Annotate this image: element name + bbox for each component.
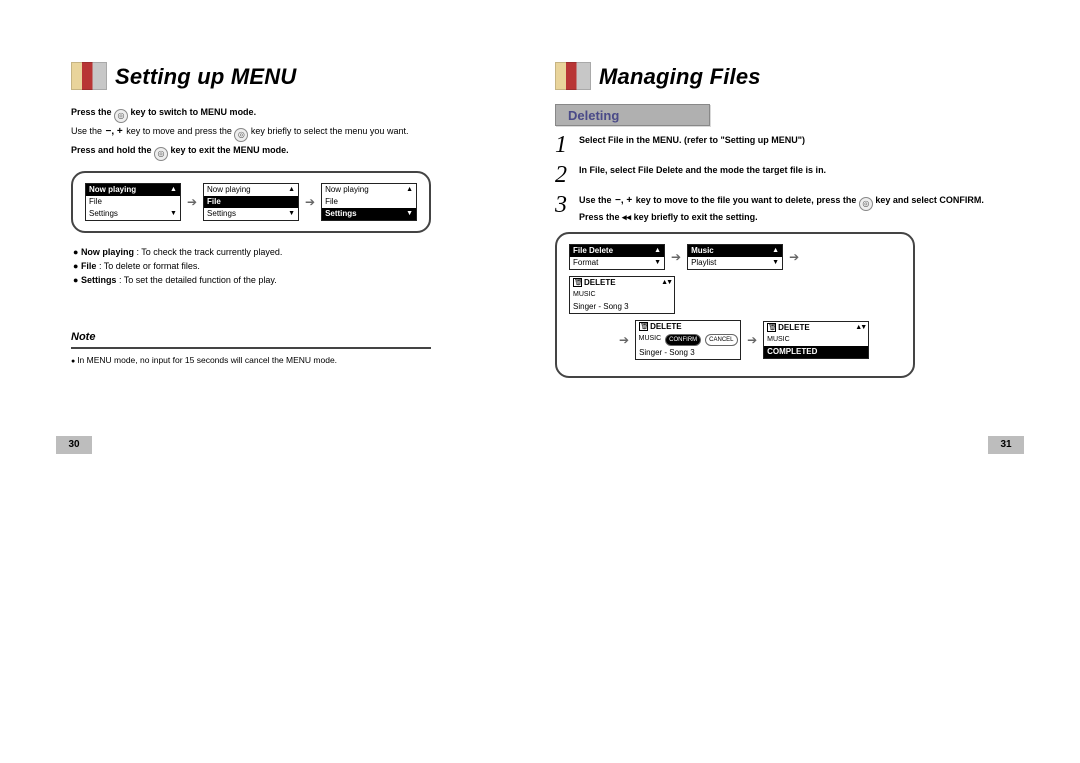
screen-file-delete: File Delete▲ Format▼ — [569, 244, 665, 270]
screen2-row2: File — [207, 197, 221, 207]
page-title: Setting up MENU — [115, 64, 296, 90]
rewind-icon: ◂◂ — [622, 212, 631, 222]
menu-screens-box: Now playing▲ File Settings▼ ➔ Now playin… — [71, 171, 431, 233]
bullet-1: ● Now playing : To check the track curre… — [73, 245, 525, 259]
intro-text: Press the ◎ key to switch to MENU mode. … — [71, 104, 525, 161]
page-number-right: 31 — [988, 436, 1024, 454]
step-num: 2 — [555, 164, 571, 186]
select-key-icon: ◎ — [234, 128, 248, 142]
screen3-row2: File — [325, 197, 338, 207]
intro2a: Use the — [71, 126, 105, 136]
trash-icon: 🗑 — [767, 323, 776, 332]
arrow-icon: ➔ — [619, 333, 629, 347]
screen2-row3: Settings — [207, 209, 236, 219]
right-page: Managing Files Deleting 1 Select File in… — [540, 62, 1024, 378]
screen-confirm: 🗑DELETE MUSIC CONFIRM CANCEL Singer - So… — [635, 320, 741, 360]
mini-screen-2: Now playing▲ File Settings▼ — [203, 183, 299, 221]
screen-delete-song: 🗑DELETE▲▼ MUSIC Singer - Song 3 — [569, 276, 675, 314]
menu-key-icon: ◎ — [114, 109, 128, 123]
title-bar-icon — [71, 62, 107, 90]
step-num: 1 — [555, 134, 571, 156]
delete-screens-box: File Delete▲ Format▼ ➔ Music▲ Playlist▼ … — [555, 232, 915, 378]
confirm-button: CONFIRM — [665, 334, 701, 346]
screen3-row1: Now playing — [325, 185, 369, 195]
intro1b: key to switch to MENU mode. — [131, 107, 257, 117]
title-bar-icon — [555, 62, 591, 90]
step-3: 3 Use the −, + key to move to the file y… — [555, 194, 1009, 224]
title-block-left: Setting up MENU — [71, 62, 525, 90]
intro2b: key to move and press the — [126, 126, 234, 136]
minus-plus-keys: −, + — [614, 195, 633, 206]
arrow-icon: ➔ — [747, 333, 757, 347]
title-block-right: Managing Files — [555, 62, 1009, 90]
screen1-row1: Now playing — [89, 185, 136, 195]
intro2c: key briefly to select the menu you want. — [251, 126, 409, 136]
bullet-2: ● File : To delete or format files. — [73, 259, 525, 273]
left-page: Setting up MENU Press the ◎ key to switc… — [56, 62, 540, 378]
screen2-row1: Now playing — [207, 185, 251, 195]
bullet-list: ● Now playing : To check the track curre… — [73, 245, 525, 287]
exit-key-icon: ◎ — [154, 147, 168, 161]
note-block: Note In MENU mode, no input for 15 secon… — [71, 327, 525, 365]
steps: 1 Select File in the MENU. (refer to "Se… — [555, 134, 1009, 224]
arrow-icon: ➔ — [187, 195, 197, 209]
step2-text: In File, select File Delete and the mode… — [579, 165, 826, 175]
bullet-3: ● Settings : To set the detailed functio… — [73, 273, 525, 287]
step3-body: Use the −, + key to move to the file you… — [579, 194, 1009, 224]
screen-music: Music▲ Playlist▼ — [687, 244, 783, 270]
section-banner: Deleting — [555, 104, 710, 126]
screen1-row2: File — [89, 197, 102, 207]
page-number-row: 30 31 — [56, 436, 1024, 454]
select-key-icon: ◎ — [859, 197, 873, 211]
screen-completed: 🗑DELETE▲▼ MUSIC COMPLETED — [763, 321, 869, 359]
note-text: In MENU mode, no input for 15 seconds wi… — [71, 355, 525, 365]
cancel-button: CANCEL — [705, 334, 737, 346]
arrow-icon: ➔ — [789, 250, 799, 264]
arrow-icon: ➔ — [671, 250, 681, 264]
screen1-row3: Settings — [89, 209, 118, 219]
arrow-icon: ➔ — [305, 195, 315, 209]
intro1a: Press the — [71, 107, 114, 117]
minus-plus-keys: −, + — [105, 126, 124, 137]
page-number-left: 30 — [56, 436, 92, 454]
mini-screen-1: Now playing▲ File Settings▼ — [85, 183, 181, 221]
trash-icon: 🗑 — [639, 322, 648, 331]
step-1: 1 Select File in the MENU. (refer to "Se… — [555, 134, 1009, 156]
step1-text: Select File in the MENU. (refer to "Sett… — [579, 135, 805, 145]
step-num: 3 — [555, 194, 571, 216]
trash-icon: 🗑 — [573, 278, 582, 287]
intro3b: key to exit the MENU mode. — [171, 145, 289, 155]
step-2: 2 In File, select File Delete and the mo… — [555, 164, 1009, 186]
intro3a: Press and hold the — [71, 145, 154, 155]
note-label: Note — [71, 331, 149, 349]
page-title: Managing Files — [599, 64, 761, 90]
section-label: Deleting — [568, 108, 619, 123]
screen3-row3: Settings — [325, 209, 357, 219]
mini-screen-3: Now playing▲ File Settings▼ — [321, 183, 417, 221]
